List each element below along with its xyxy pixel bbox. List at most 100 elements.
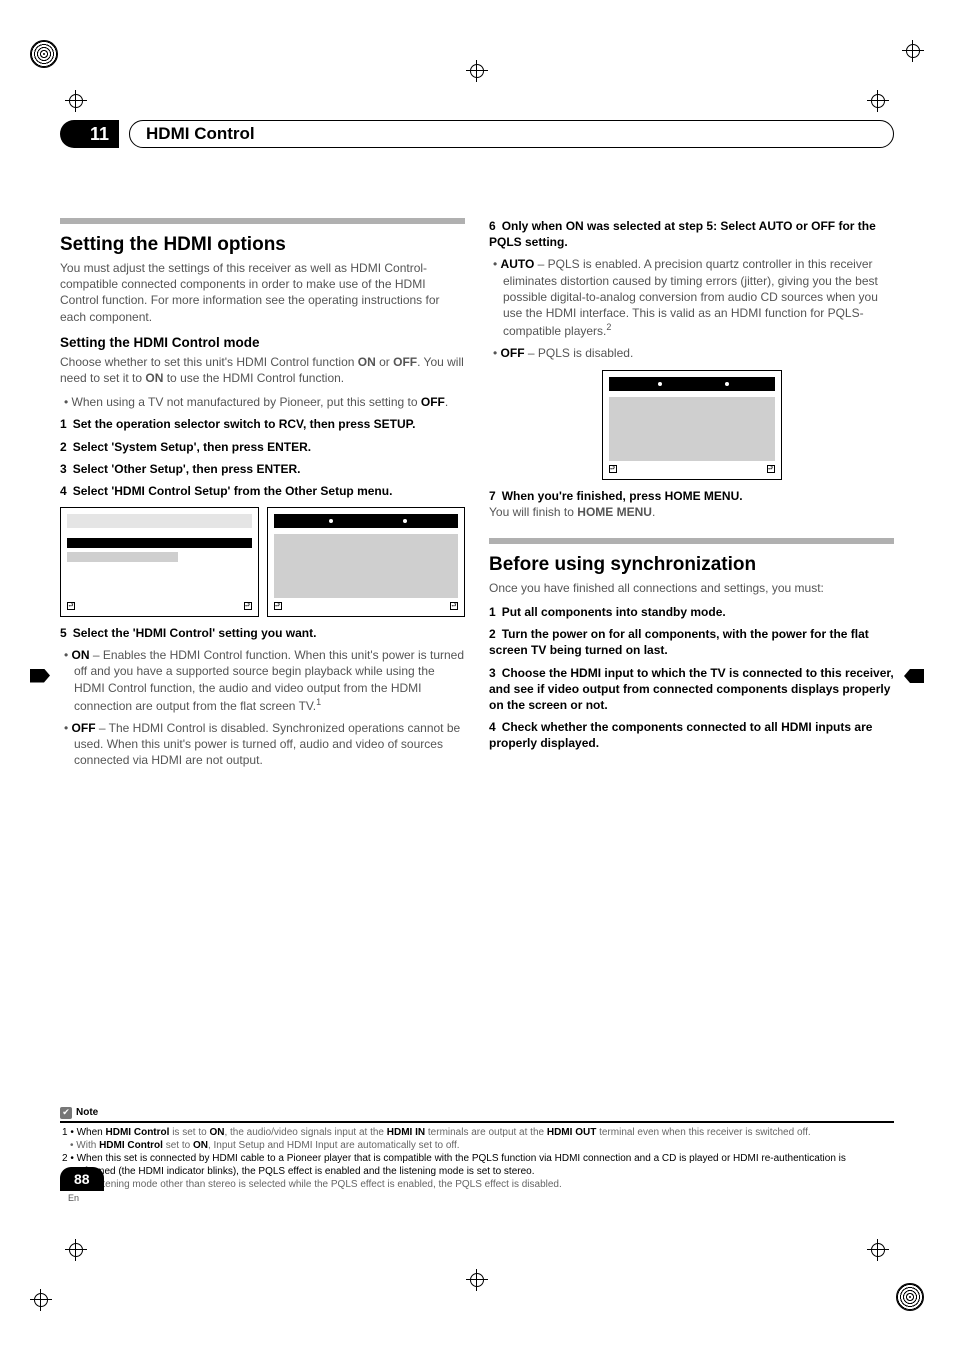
t: .	[652, 505, 655, 519]
right-column: 6Only when ON was selected at step 5: Se…	[489, 218, 894, 775]
reg-mark-bl	[30, 1289, 52, 1311]
t: HDMI Control	[106, 1127, 170, 1138]
step-1: 1Set the operation selector switch to RC…	[60, 416, 465, 432]
t: ON	[209, 1127, 224, 1138]
section-heading: Setting the HDMI options	[60, 234, 465, 256]
page-lang: En	[68, 1193, 79, 1205]
step-7-label: When you're finished, press HOME MENU.	[502, 489, 743, 503]
subsection-heading: Setting the HDMI Control mode	[60, 335, 465, 350]
auto-label: AUTO	[501, 257, 535, 271]
page-content: 11 HDMI Control Setting the HDMI options…	[60, 120, 894, 1231]
subsection-body: Choose whether to set this unit's HDMI C…	[60, 354, 465, 386]
t: Choose whether to set this unit's HDMI C…	[60, 355, 358, 369]
section-divider-2	[489, 538, 894, 544]
bullet-off: OFF – The HDMI Control is disabled. Sync…	[74, 720, 465, 769]
reg-crosshair-br2	[867, 1239, 889, 1261]
reg-crosshair-bl2	[65, 1239, 87, 1261]
sync-step-1-label: Put all components into standby mode.	[502, 605, 726, 619]
off-label: OFF	[72, 721, 96, 735]
t: is set to	[169, 1127, 209, 1138]
sync-step-3: 3Choose the HDMI input to which the TV i…	[489, 665, 894, 714]
sync-step-2: 2Turn the power on for all components, w…	[489, 626, 894, 658]
t: OFF	[393, 355, 417, 369]
t: HDMI OUT	[547, 1127, 596, 1138]
reg-mark-ml	[30, 669, 50, 683]
section-divider	[60, 218, 465, 224]
step-1-label: Set the operation selector switch to RCV…	[73, 417, 416, 431]
bullet-auto: AUTO – PQLS is enabled. A precision quar…	[503, 256, 894, 339]
screen-other-setup: ⮐⮐	[60, 507, 259, 617]
reg-mark-tl	[30, 40, 58, 68]
section-2-intro: Once you have finished all connections a…	[489, 580, 894, 596]
t: ON	[193, 1140, 208, 1151]
t: or	[376, 355, 393, 369]
t: ON	[145, 371, 163, 385]
footnote-1a: 1 • When HDMI Control is set to ON, the …	[70, 1126, 894, 1139]
reg-mark-bc	[466, 1269, 488, 1291]
sync-step-1: 1Put all components into standby mode.	[489, 604, 894, 620]
step-7: 7When you're finished, press HOME MENU. …	[489, 488, 894, 520]
off-pqls-text: – PQLS is disabled.	[525, 346, 634, 360]
bullet-tv-note: When using a TV not manufactured by Pion…	[74, 394, 465, 410]
chapter-title: HDMI Control	[146, 124, 255, 144]
t: terminal even when this receiver is swit…	[596, 1127, 810, 1138]
step-6-label: Only when ON was selected at step 5: Sel…	[489, 219, 876, 249]
chapter-header: 11 HDMI Control	[60, 120, 894, 148]
on-text: – Enables the HDMI Control function. Whe…	[74, 648, 464, 713]
footnote-1b: • With HDMI Control set to ON, Input Set…	[78, 1139, 894, 1152]
intro-text: You must adjust the settings of this rec…	[60, 260, 465, 325]
note-label: ✔ Note	[60, 1106, 894, 1119]
sync-step-2-label: Turn the power on for all components, wi…	[489, 627, 869, 657]
t: , the audio/video signals input at the	[224, 1127, 386, 1138]
reg-mark-tr	[902, 40, 924, 62]
step-4-label: Select 'HDMI Control Setup' from the Oth…	[73, 484, 393, 498]
step-5-label: Select the 'HDMI Control' setting you wa…	[73, 626, 317, 640]
reg-mark-br	[896, 1283, 924, 1311]
chapter-title-wrap: HDMI Control	[129, 120, 894, 148]
footnotes: ✔ Note 1 • When HDMI Control is set to O…	[60, 1106, 894, 1191]
reg-crosshair-tl	[65, 90, 87, 112]
footnote-ref-1: 1	[316, 697, 321, 707]
t: HOME MENU	[577, 505, 652, 519]
note-icon: ✔	[60, 1107, 72, 1119]
step-2: 2Select 'System Setup', then press ENTER…	[60, 439, 465, 455]
reg-mark-mr	[904, 669, 924, 683]
t: 1 • When	[62, 1127, 106, 1138]
t: HDMI IN	[387, 1127, 425, 1138]
t: terminals are output at the	[425, 1127, 547, 1138]
sync-step-3-label: Choose the HDMI input to which the TV is…	[489, 666, 894, 712]
t: set to	[163, 1140, 193, 1151]
t: OFF	[421, 395, 445, 409]
off-text: – The HDMI Control is disabled. Synchron…	[74, 721, 460, 767]
screen-hdmi-control-setup: ⮐⮐	[267, 507, 466, 617]
columns: Setting the HDMI options You must adjust…	[60, 218, 894, 775]
t: When using a TV not manufactured by Pion…	[72, 395, 421, 409]
ui-screenshots: ⮐⮐ ⮐⮐	[60, 507, 465, 617]
bullet-on: ON – Enables the HDMI Control function. …	[74, 647, 465, 714]
t: to use the HDMI Control function.	[163, 371, 344, 385]
bullet-off-pqls: OFF – PQLS is disabled.	[503, 345, 894, 361]
t: You will finish to	[489, 505, 577, 519]
left-column: Setting the HDMI options You must adjust…	[60, 218, 465, 775]
footnote-ref-2: 2	[606, 322, 611, 332]
off-pqls-label: OFF	[501, 346, 525, 360]
section-heading-2: Before using synchronization	[489, 554, 894, 576]
step-3-label: Select 'Other Setup', then press ENTER.	[73, 462, 301, 476]
t: .	[445, 395, 448, 409]
note-rule	[60, 1121, 894, 1123]
t: ON	[358, 355, 376, 369]
footnote-2a: 2 • When this set is connected by HDMI c…	[70, 1152, 894, 1178]
sync-step-4-label: Check whether the components connected t…	[489, 720, 872, 750]
t: , Input Setup and HDMI Input are automat…	[208, 1140, 460, 1151]
reg-mark-tc	[466, 60, 488, 82]
step-4: 4Select 'HDMI Control Setup' from the Ot…	[60, 483, 465, 499]
note-label-text: Note	[76, 1106, 98, 1119]
footnote-2b: • If a listening mode other than stereo …	[78, 1178, 894, 1191]
screen-pqls: ⮐⮐	[602, 370, 782, 480]
step-5: 5Select the 'HDMI Control' setting you w…	[60, 625, 465, 641]
step-3: 3Select 'Other Setup', then press ENTER.	[60, 461, 465, 477]
page-number: 88	[60, 1167, 104, 1191]
chapter-number: 11	[60, 120, 119, 148]
on-label: ON	[72, 648, 90, 662]
step-6: 6Only when ON was selected at step 5: Se…	[489, 218, 894, 250]
